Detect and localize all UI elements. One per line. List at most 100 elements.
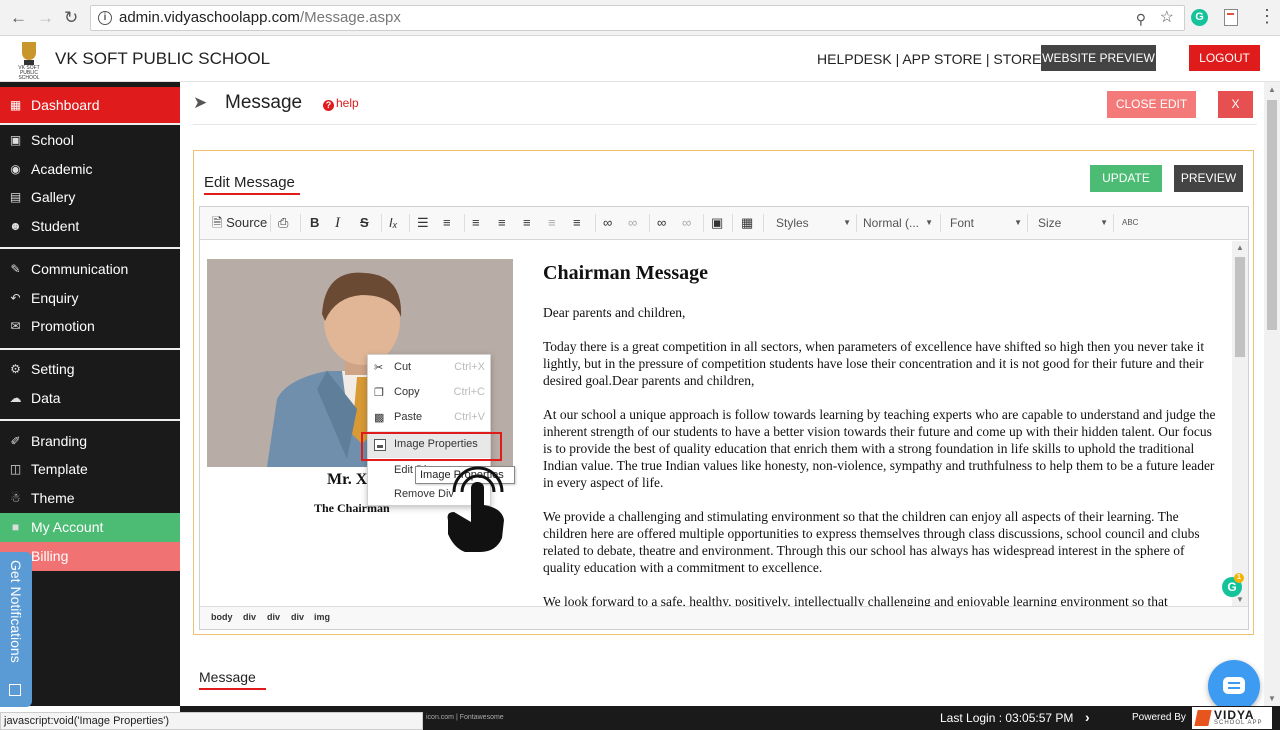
path-item[interactable]: body [211,612,233,622]
sidebar-item-communication[interactable]: ✎ Communication [0,255,180,284]
scroll-down-arrow-icon[interactable]: ▼ [1268,694,1276,703]
forward-arrow-icon[interactable]: → [37,8,54,28]
last-login: Last Login : 03:05:57 PM [940,711,1074,725]
table-icon[interactable]: ▦ [741,215,753,231]
align-center-icon[interactable]: ≡ [498,215,506,231]
styles-dropdown[interactable]: Styles ▼ [776,213,851,233]
sidebar-item-my-account[interactable]: ■ My Account [0,513,180,542]
print-icon[interactable]: ⎙ [278,215,288,231]
edit-message-panel: Edit Message UPDATE PREVIEW 🗎 Source ⎙ B… [193,150,1254,635]
anchor-link-icon[interactable]: ∞ [657,215,666,231]
sidebar-item-label: Template [31,461,88,477]
title-underline [204,193,300,195]
chevron-right-icon[interactable]: › [1085,709,1090,725]
scrollbar-thumb[interactable] [1267,100,1277,330]
scrollbar-thumb[interactable] [1235,257,1245,357]
sidebar-item-data[interactable]: ☁ Data [0,384,180,413]
spell-check-icon[interactable]: ABC [1122,213,1144,233]
back-arrow-icon[interactable]: ← [10,8,27,28]
info-icon[interactable]: i [98,11,112,25]
sidebar-item-label: School [31,132,74,148]
element-path-bar: body div div div img [200,606,1248,629]
insert-image-icon[interactable]: ▣ [711,215,723,231]
editor-scrollbar[interactable]: ▲ ▼ [1232,241,1248,606]
outdent-icon[interactable]: ≡ [573,215,581,231]
path-item[interactable]: div [243,612,256,622]
sidebar-item-academic[interactable]: ◉ Academic [0,155,180,184]
context-menu-copy[interactable]: ❐ Copy Ctrl+C [368,380,490,405]
close-edit-button[interactable]: CLOSE EDIT [1107,91,1196,118]
photo-caption-name: Mr. X [327,471,368,488]
sidebar-item-school[interactable]: ▣ School [0,126,180,155]
sidebar-item-label: Setting [31,361,75,377]
chat-button[interactable] [1208,660,1260,712]
extension-doc-icon[interactable] [1224,9,1238,26]
unlink-icon[interactable]: ∞ [628,215,637,231]
indent-icon[interactable]: ≡ [548,215,556,231]
browser-toolbar: ← → ↻ i admin.vidyaschoolapp.com/Message… [0,0,1280,36]
vidya-logo[interactable]: VIDYA SCHOOL APP [1192,707,1272,729]
reload-icon[interactable]: ↻ [64,8,78,28]
sidebar-item-gallery[interactable]: ▤ Gallery [0,183,180,212]
article-heading: Chairman Message [543,262,708,284]
align-left-icon[interactable]: ≡ [472,215,480,231]
link-icon[interactable]: ∞ [603,215,612,231]
format-dropdown[interactable]: Normal (... ▼ [863,213,933,233]
powered-by: Powered By [1132,712,1186,723]
sidebar-item-template[interactable]: ◫ Template [0,455,180,484]
bulleted-list-icon[interactable]: ≡ [443,215,451,231]
context-menu-paste[interactable]: ▩ Paste Ctrl+V [368,405,490,430]
logout-button[interactable]: LOGOUT [1189,45,1260,71]
page-scrollbar[interactable]: ▲ ▼ [1264,82,1280,706]
browser-menu-icon[interactable]: ⋮ [1258,6,1276,27]
sidebar-item-enquiry[interactable]: ↶ Enquiry [0,284,180,313]
sidebar-item-label: Data [31,390,61,406]
scroll-up-arrow-icon[interactable]: ▲ [1268,85,1276,94]
hand-pointer-icon [447,466,504,552]
sidebar-divider [0,348,180,350]
help-link[interactable]: ? help [323,96,359,111]
get-notifications-tab[interactable]: Get Notifications [0,552,32,707]
zoom-icon[interactable]: ⚲ [1136,7,1146,31]
sidebar-item-promotion[interactable]: ✉ Promotion [0,312,180,341]
font-dropdown[interactable]: Font ▼ [950,213,1022,233]
preview-button[interactable]: PREVIEW [1174,165,1243,192]
context-menu-cut[interactable]: ✂ Cut Ctrl+X [368,355,490,380]
paste-icon: ▩ [374,412,385,424]
path-item[interactable]: img [314,612,330,622]
align-right-icon[interactable]: ≡ [523,215,531,231]
italic-icon[interactable]: I [335,215,340,231]
scroll-up-arrow-icon[interactable]: ▲ [1236,243,1244,252]
editor-content[interactable]: Mr. X The Chairman Chairman Message Dear… [200,241,1232,606]
sidebar-item-label: Academic [31,161,93,177]
size-dropdown[interactable]: Size ▼ [1038,213,1108,233]
remove-format-icon[interactable]: Iₓ [389,215,398,231]
editor-toolbar: 🗎 Source ⎙ B I S Iₓ ☰ ≡ ≡ ≡ ≡ ≡ ≡ ∞ ∞ ∞ … [200,207,1248,240]
article-paragraph: We look forward to a safe, healthy, posi… [543,594,1168,606]
header-links[interactable]: HELPDESK | APP STORE | STORE [817,51,1041,67]
unlink-anchor-icon[interactable]: ∞ [682,215,691,231]
path-item[interactable]: div [291,612,304,622]
address-bar[interactable]: i admin.vidyaschoolapp.com/Message.aspx … [90,5,1185,31]
sidebar-item-theme[interactable]: ☃ Theme [0,484,180,513]
scroll-down-arrow-icon[interactable]: ▼ [1236,595,1244,604]
update-button[interactable]: UPDATE [1090,165,1162,192]
grammarly-extension-icon[interactable]: G [1191,9,1208,26]
strikethrough-icon[interactable]: S [360,215,369,231]
sidebar-item-setting[interactable]: ⚙ Setting [0,355,180,384]
copy-icon: ❐ [374,387,384,399]
sidebar-item-student[interactable]: ☻ Student [0,212,180,241]
numbered-list-icon[interactable]: ☰ [417,215,429,231]
divider [193,124,1257,125]
source-button[interactable]: 🗎 Source [212,215,267,231]
bold-icon[interactable]: B [310,215,319,231]
bookmark-star-icon[interactable]: ☆ [1160,6,1174,30]
enquiry-icon: ↶ [10,291,21,305]
website-preview-button[interactable]: WEBSITE PREVIEW [1041,45,1156,71]
sidebar-item-dashboard[interactable]: ▦ Dashboard [0,87,180,123]
branding-icon: ✐ [10,434,21,448]
sidebar-item-branding[interactable]: ✐ Branding [0,427,180,456]
grammarly-badge-icon[interactable]: G1 [1222,573,1244,597]
close-x-button[interactable]: X [1218,91,1253,118]
path-item[interactable]: div [267,612,280,622]
